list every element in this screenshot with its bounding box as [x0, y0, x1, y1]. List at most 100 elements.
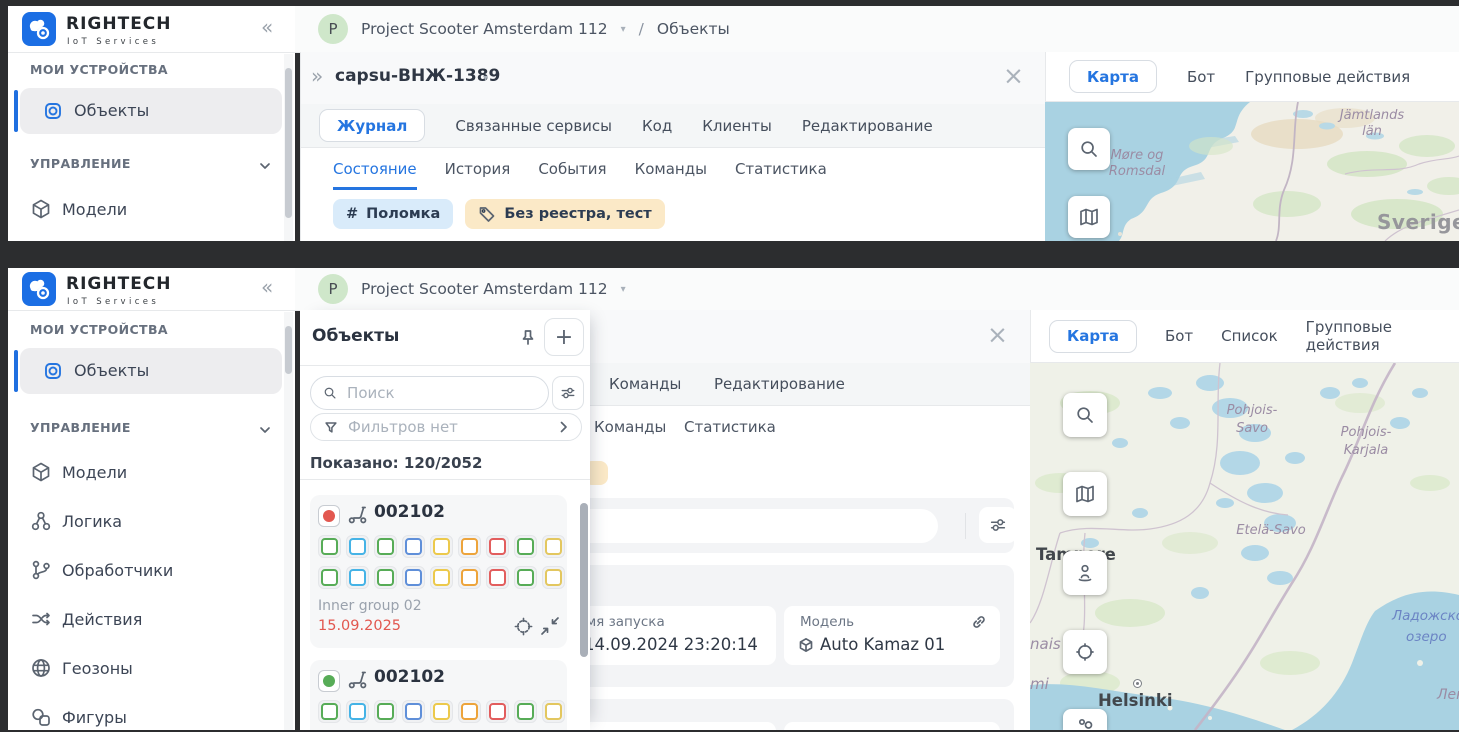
- sidebar-item-models[interactable]: Модели: [62, 200, 127, 219]
- collapse-card-icon[interactable]: [540, 616, 560, 640]
- field-launch-time[interactable]: мя запуска 14.09.2024 23:20:14: [567, 606, 776, 665]
- map-canvas-bottom[interactable]: Pohjois- Savo Pohjois- Karjala Etelä-Sav…: [1030, 363, 1459, 730]
- field-value: Auto Kamaz 01: [820, 635, 945, 654]
- chevron-down-icon[interactable]: [258, 157, 272, 176]
- map-canvas-top[interactable]: Jämtlands län Møre og Romsdal Sverige: [1045, 102, 1459, 241]
- sidebar-item-actions[interactable]: Действия: [62, 610, 142, 629]
- chevron-down-icon[interactable]: [258, 421, 272, 440]
- city-marker: [1133, 679, 1142, 688]
- map-locate-button[interactable]: [1063, 630, 1107, 674]
- actions-icon: [30, 608, 52, 634]
- status-tile: [542, 566, 565, 589]
- tab-journal[interactable]: Журнал: [319, 109, 425, 142]
- sidebar-item-models[interactable]: Модели: [62, 463, 127, 482]
- tab-group-actions[interactable]: Групповые действия: [1306, 318, 1459, 354]
- figures-icon: [30, 706, 52, 732]
- pin-icon[interactable]: [518, 328, 538, 352]
- map-search-button[interactable]: [1068, 128, 1110, 170]
- objects-scrollbar[interactable]: [580, 503, 588, 657]
- tab-map[interactable]: Карта: [1069, 60, 1157, 93]
- map-layers-button[interactable]: [1063, 472, 1107, 516]
- objects-panel: Объекты + Фильтров нет Показано: 120/205…: [300, 310, 590, 730]
- status-tile: [374, 535, 397, 558]
- subtab-statistics[interactable]: Статистика: [735, 160, 827, 190]
- map-label-city: Helsinki: [1098, 691, 1173, 710]
- filter-pill[interactable]: Фильтров нет: [310, 413, 582, 441]
- model-cube-icon: [798, 637, 814, 657]
- tab-bot[interactable]: Бот: [1165, 327, 1193, 345]
- tab-bot[interactable]: Бот: [1187, 68, 1215, 86]
- search-field[interactable]: [310, 376, 549, 410]
- sidebar-item-objects[interactable]: Объекты: [20, 88, 282, 134]
- link-icon[interactable]: [970, 613, 988, 635]
- section-my-devices: МОИ УСТРОЙСТВА: [30, 62, 168, 77]
- search-input[interactable]: [345, 383, 536, 403]
- project-avatar[interactable]: P: [318, 274, 348, 304]
- device-card[interactable]: 002102 Inner group 02 15.09.2025: [310, 495, 567, 648]
- status-tile: [374, 566, 397, 589]
- breadcrumb-bottom: P Project Scooter Amsterdam 112 ▾: [295, 268, 1459, 311]
- status-tile: [402, 700, 425, 723]
- project-caret-icon[interactable]: ▾: [621, 284, 626, 295]
- brand-name: RIGHTECH: [66, 16, 172, 33]
- map-layers-button[interactable]: [1068, 196, 1110, 238]
- map-tabs-bottom: Карта Бот Список Групповые действия: [1030, 310, 1459, 363]
- command-settings-button[interactable]: [979, 507, 1017, 543]
- map-label-cut: mi: [1030, 675, 1049, 693]
- search-icon: [1079, 139, 1099, 159]
- tag-breakdown[interactable]: # Поломка: [333, 199, 453, 229]
- device-title-caret-icon[interactable]: ▾: [483, 73, 488, 84]
- map-search-button[interactable]: [1063, 393, 1107, 437]
- sidebar-collapse-icon[interactable]: «: [261, 15, 273, 39]
- sidebar-scrollbar[interactable]: [284, 312, 293, 730]
- device-card[interactable]: 002102: [310, 660, 567, 730]
- tag-no-registry[interactable]: Без реестра, тест: [465, 199, 664, 229]
- tab-clients[interactable]: Клиенты: [702, 117, 772, 135]
- close-icon[interactable]: ×: [987, 320, 1008, 349]
- tab-editing[interactable]: Редактирование: [714, 375, 845, 393]
- panel-expand-icon[interactable]: »: [311, 64, 323, 88]
- sidebar-item-handlers[interactable]: Обработчики: [62, 561, 173, 580]
- shown-counter: Показано: 120/2052: [310, 454, 482, 472]
- subtab-history[interactable]: История: [445, 160, 511, 190]
- close-icon[interactable]: ×: [1003, 61, 1024, 90]
- status-tile: [318, 535, 341, 558]
- sidebar-item-geozones[interactable]: Геозоны: [62, 659, 133, 678]
- status-tile: [458, 700, 481, 723]
- subtab-events[interactable]: События: [538, 160, 606, 190]
- search-icon: [1075, 405, 1095, 425]
- tab-code[interactable]: Код: [642, 117, 672, 135]
- status-tile-row: [318, 566, 565, 589]
- sidebar-item-figures[interactable]: Фигуры: [62, 708, 127, 727]
- map-poi-button[interactable]: [1063, 709, 1107, 730]
- tab-commands[interactable]: Команды: [609, 375, 681, 393]
- project-caret-icon[interactable]: ▾: [621, 24, 626, 35]
- sidebar-collapse-icon[interactable]: «: [261, 275, 273, 299]
- tab-group-actions[interactable]: Групповые действия: [1245, 68, 1410, 86]
- subtab-commands[interactable]: Команды: [594, 418, 666, 445]
- map-streetview-button[interactable]: [1063, 551, 1107, 595]
- project-name[interactable]: Project Scooter Amsterdam 112: [361, 20, 608, 38]
- objects-icon: [42, 360, 64, 386]
- sidebar-item-objects[interactable]: Объекты: [20, 348, 282, 394]
- brand-subtitle: IoT Services: [67, 297, 159, 307]
- tab-map[interactable]: Карта: [1049, 320, 1137, 353]
- tab-list[interactable]: Список: [1221, 327, 1278, 345]
- add-object-button[interactable]: +: [544, 318, 584, 356]
- search-settings-button[interactable]: [552, 376, 584, 410]
- subtab-statistics[interactable]: Статистика: [684, 418, 776, 445]
- project-name[interactable]: Project Scooter Amsterdam 112: [361, 280, 608, 298]
- tab-linked-services[interactable]: Связанные сервисы: [455, 117, 612, 135]
- subtab-state[interactable]: Состояние: [333, 160, 417, 190]
- subtab-commands[interactable]: Команды: [635, 160, 707, 190]
- device-name: 002102: [374, 502, 445, 522]
- folded-map-icon: [1074, 483, 1096, 505]
- sidebar-scrollbar[interactable]: [284, 54, 293, 241]
- tab-editing[interactable]: Редактирование: [802, 117, 933, 135]
- crosshair-icon[interactable]: [513, 616, 534, 641]
- sidebar-item-logic[interactable]: Логика: [62, 512, 122, 531]
- handlers-icon: [30, 559, 52, 585]
- project-avatar[interactable]: P: [318, 14, 348, 44]
- device-title[interactable]: capsu-ВНЖ-1389: [335, 66, 500, 86]
- field-model[interactable]: Модель Auto Kamaz 01: [784, 606, 1000, 665]
